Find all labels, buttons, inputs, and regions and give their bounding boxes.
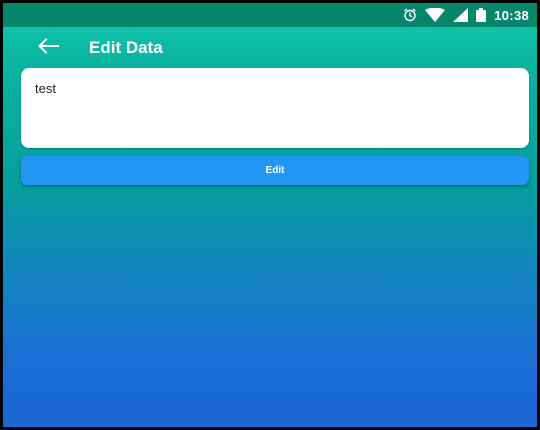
back-button[interactable] [23, 27, 73, 69]
signal-icon [453, 8, 469, 22]
status-bar: 10:38 [3, 3, 537, 27]
data-text-input[interactable]: test [21, 68, 529, 148]
app-bar: Edit Data [3, 27, 537, 69]
app-screen: 10:38 Edit Data test Edit [3, 3, 537, 427]
edit-button[interactable]: Edit [21, 156, 529, 185]
back-arrow-icon [37, 37, 59, 59]
page-title: Edit Data [89, 38, 163, 57]
wifi-icon [425, 8, 446, 22]
battery-icon [476, 8, 487, 22]
status-time: 10:38 [494, 7, 529, 23]
alarm-icon [403, 8, 417, 22]
